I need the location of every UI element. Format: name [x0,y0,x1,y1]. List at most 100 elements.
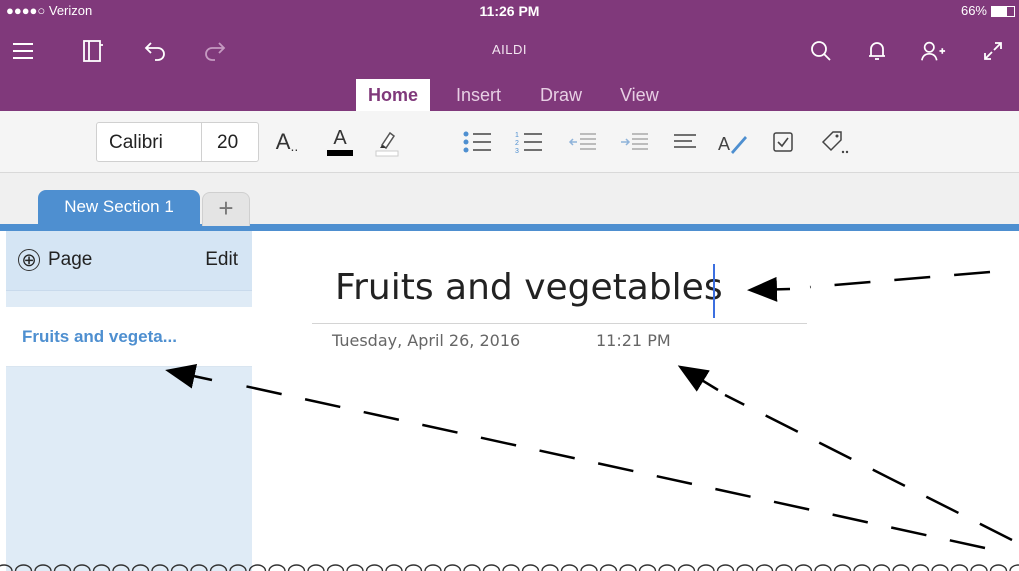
scallop-mark [658,564,676,571]
arrow-to-title-head [747,276,791,302]
scallop-mark [541,564,559,571]
home-ribbon: Calibri 20 A.. A 123 A [0,111,1019,173]
arrow-to-page-line [239,383,986,550]
tag-icon[interactable] [818,125,852,159]
font-name-field[interactable]: Calibri [109,132,163,154]
scallop-mark [697,564,715,571]
scallop-mark [833,564,852,571]
note-title[interactable]: Fruits and vegetables [335,267,723,308]
note-time: 11:21 PM [596,331,671,350]
font-size-field[interactable]: 20 [217,132,238,154]
page-list-item[interactable]: Fruits and vegeta... [6,307,252,367]
battery-percent: 66% [960,3,987,18]
scallop-mark [638,564,657,571]
indent-icon[interactable] [618,125,652,159]
search-icon[interactable] [808,38,834,64]
arrow-to-time-head [677,365,719,392]
text-styles-dots: .. [290,138,299,154]
outdent-icon[interactable] [566,125,600,159]
scallop-mark [385,564,403,571]
expand-icon[interactable] [980,38,1006,64]
scallop-mark [872,564,891,571]
notebook-icon[interactable] [80,38,106,64]
edit-pages-button[interactable]: Edit [205,249,238,271]
app-header: ●●●●○ Verizon 11:26 PM 66% AILDI Home In… [0,0,1019,111]
scallop-mark [970,564,988,571]
note-title-underline [312,323,807,324]
bell-icon[interactable] [864,38,890,64]
font-color-swatch [327,150,353,156]
tab-draw[interactable]: Draw [528,79,594,111]
scallop-mark [853,564,871,571]
scallop-mark [482,564,501,571]
pages-panel-header: ⊕ Page Edit [6,231,252,291]
battery-fill [992,7,1007,16]
font-picker: Calibri 20 [96,122,259,162]
app-toolbar: AILDI [0,30,1019,78]
scallop-mark [1009,564,1019,571]
scallop-mark [677,564,696,571]
font-color-glyph: A [333,127,347,149]
scallop-mark [989,564,1008,571]
scallop-mark [560,564,579,571]
scallop-mark [287,564,306,571]
scallop-mark [463,564,481,571]
scallop-mark [599,564,618,571]
add-page-button[interactable]: ⊕ Page [18,249,92,271]
scallop-mark [326,564,345,571]
scallop-mark [502,564,520,571]
text-styles-glyph: A [275,129,291,154]
add-circle-icon: ⊕ [18,249,40,271]
svg-text:1: 1 [515,132,519,139]
scallop-mark [775,564,793,571]
scallop-mark [268,564,286,571]
text-cursor [713,264,715,318]
numbered-list-icon[interactable]: 123 [512,125,546,159]
menu-icon[interactable] [10,38,36,64]
arrow-to-title-line [809,270,991,289]
undo-icon[interactable] [142,38,168,64]
scallop-mark [950,564,969,571]
scallop-mark [424,564,442,571]
font-picker-divider [201,123,202,161]
scallop-mark [307,564,325,571]
format-painter-icon[interactable]: A [716,125,750,159]
scallop-mark [346,564,364,571]
redo-icon[interactable] [202,38,228,64]
tab-insert[interactable]: Insert [444,79,513,111]
scallop-mark [755,564,774,571]
status-bar: ●●●●○ Verizon 11:26 PM 66% [0,0,1019,22]
battery-icon [991,6,1015,17]
svg-text:2: 2 [515,140,519,147]
pages-panel: ⊕ Page Edit Fruits and vegeta... [6,231,252,571]
annotation-dashed-lines [239,270,1013,550]
scallop-mark [736,564,754,571]
scallop-mark [580,564,598,571]
align-icon[interactable] [668,125,702,159]
checkbox-tag-icon[interactable] [766,125,800,159]
svg-text:3: 3 [515,148,519,155]
section-tab-new-section-1[interactable]: New Section 1 [38,190,200,228]
text-styles-icon[interactable]: A.. [270,125,304,159]
tab-view[interactable]: View [608,79,671,111]
add-page-label: Page [48,249,93,270]
ribbon-tabs: Home Insert Draw View [0,79,1019,111]
arrow-to-time-line [724,393,1013,542]
scallop-mark [794,564,813,571]
scallop-mark [443,564,462,571]
page-list-item-label: Fruits and vegeta... [22,327,177,346]
scallop-mark [365,564,384,571]
scallop-mark [931,564,949,571]
tab-home[interactable]: Home [356,79,431,111]
font-color-icon[interactable]: A [323,125,357,159]
clock: 11:26 PM [479,3,540,19]
highlighter-icon[interactable] [370,125,404,159]
bullet-list-icon[interactable] [460,125,494,159]
share-user-icon[interactable] [920,38,946,64]
scallop-mark [619,564,637,571]
add-section-button[interactable]: + [202,192,250,226]
scallop-mark [814,564,832,571]
svg-text:A: A [718,134,730,154]
scallop-mark [892,564,910,571]
scallop-mark [521,564,540,571]
